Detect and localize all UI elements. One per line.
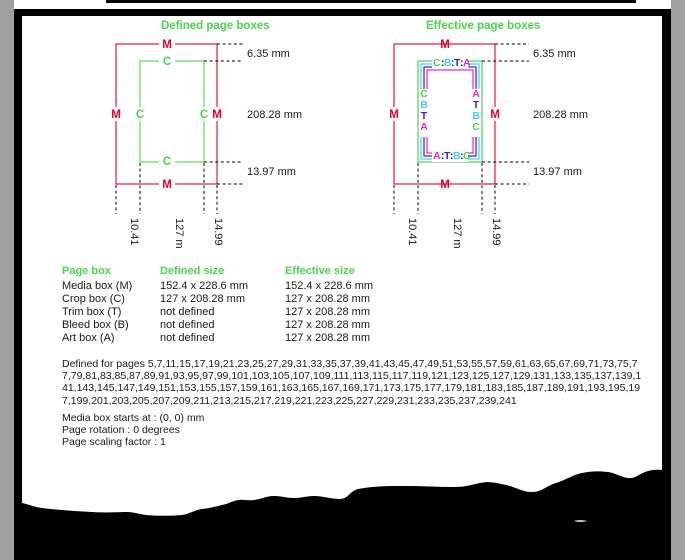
svg-text:C: C — [463, 150, 471, 162]
diagram-defined-page-boxes: M C C M M C C M 6.35 mm 208.28 mm 13.97 … — [110, 38, 302, 249]
page-scaling-line: Page scaling factor : 1 — [62, 436, 166, 449]
scanned-page-sheet: Defined page boxes M C C M M C C M 6.35 … — [14, 0, 671, 560]
dim-bottom-gap-defined: 13.97 mm — [247, 166, 296, 178]
bleed-box-rect-effective — [420, 63, 480, 160]
label-stack-right-effective: A T B C — [472, 88, 480, 133]
table-row: Crop box (C) 127 x 208.28 mm 127 x 208.28 … — [62, 293, 373, 306]
scan-speck-highlight — [574, 520, 587, 522]
dim-top-gap-defined: 6.35 mm — [247, 48, 290, 60]
crop-box-rect — [139, 60, 205, 163]
label-media-right: M — [212, 109, 222, 121]
dim-height-effective: 208.28 mm — [533, 109, 588, 121]
table-row: Bleed box (B) not defined 127 x 208.28 mm — [62, 319, 373, 332]
label-media-bottom-effective: M — [440, 179, 450, 191]
column-header-page-box: Page box — [62, 265, 111, 277]
dim-right-gap-effective: 14.99 mm — [490, 218, 502, 249]
label-media-bottom: M — [162, 179, 172, 191]
dim-left-gap-effective: 10.41 mm — [406, 218, 418, 249]
diagram-title-defined: Defined page boxes — [161, 20, 270, 32]
diagram-effective-page-boxes: M M M M C : B : T : A A : T : B : C C B … — [388, 39, 588, 249]
label-media-left-effective: M — [389, 109, 399, 121]
svg-text:A: A — [463, 57, 471, 69]
dim-left-gap-defined: 10.41 mm — [128, 218, 140, 249]
dim-width-effective: 127 mm — [451, 218, 463, 249]
page-box-size-table: Page box Defined size Effective size Med… — [62, 265, 373, 345]
table-cell: 152.4 x 228.6 mm — [285, 280, 374, 292]
dim-bottom-gap-effective: 13.97 mm — [533, 166, 582, 178]
table-cell: not defined — [160, 332, 215, 344]
label-inner-top-effective: C : B : T : A — [433, 57, 471, 69]
label-media-top: M — [162, 39, 172, 51]
table-cell: 127 x 208.28 mm — [160, 293, 245, 305]
label-media-right-effective: M — [490, 109, 500, 121]
table-row: Media box (M) 152.4 x 228.6 mm 152.4 x 228… — [62, 280, 373, 293]
label-media-top-effective: M — [440, 39, 450, 51]
report-content: Defined page boxes M C C M M C C M 6.35 … — [14, 0, 671, 470]
diagram-title-effective: Effective page boxes — [426, 20, 541, 32]
page-rotation-line: Page rotation : 0 degrees — [62, 424, 180, 437]
svg-text:A: A — [433, 150, 441, 162]
scan-speck-round — [570, 518, 591, 535]
dim-height-defined: 208.28 mm — [247, 109, 302, 121]
table-cell: not defined — [160, 306, 215, 318]
table-cell: Bleed box (B) — [62, 319, 129, 331]
table-cell: Art box (A) — [62, 332, 115, 344]
table-header-row: Page box Defined size Effective size — [62, 265, 373, 280]
scan-torn-bottom-edge — [14, 455, 671, 560]
table-cell: not defined — [160, 319, 215, 331]
table-row: Trim box (T) not defined 127 x 208.28 mm — [62, 306, 373, 319]
dim-top-gap-effective: 6.35 mm — [533, 48, 576, 60]
label-inner-bottom-effective: A : T : B : C — [433, 150, 471, 162]
label-crop-left: C — [136, 109, 144, 121]
table-cell: 127 x 208.28 mm — [285, 319, 370, 331]
table-cell: Crop box (C) — [62, 293, 125, 305]
table-cell: Trim box (T) — [62, 306, 122, 318]
defined-for-pages-label: Defined for pages — [62, 358, 148, 370]
label-crop-right: C — [200, 109, 208, 121]
column-header-defined-size: Defined size — [160, 265, 225, 277]
table-cell: 127 x 208.28 mm — [285, 306, 370, 318]
label-crop-bottom: C — [163, 156, 171, 168]
table-cell: 127 x 208.28 mm — [285, 332, 370, 344]
svg-text:C: C — [472, 121, 480, 133]
label-stack-left-effective: C B T A — [420, 88, 428, 133]
media-box-origin-line: Media box starts at : (0, 0) mm — [62, 411, 205, 424]
table-cell: Media box (M) — [62, 280, 133, 292]
art-box-rect-effective — [426, 69, 474, 154]
dim-right-gap-defined: 14.99 mm — [212, 218, 224, 249]
column-header-effective-size: Effective size — [285, 265, 355, 277]
defined-for-pages-line: Defined for pages 5,7,11,15,17,19,21,23,… — [62, 358, 642, 407]
label-crop-top: C — [163, 56, 171, 68]
dim-width-defined: 127 mm — [173, 218, 185, 249]
label-media-left: M — [111, 109, 121, 121]
svg-text:C: C — [433, 57, 441, 69]
table-cell: 127 x 208.28 mm — [285, 293, 370, 305]
svg-text:A: A — [420, 121, 428, 133]
defined-for-pages-list: 5,7,11,15,17,19,21,23,25,27,29,31,33,35,… — [62, 358, 642, 407]
table-row: Art box (A) not defined 127 x 208.28 mm — [62, 332, 373, 345]
notes-block: Defined for pages 5,7,11,15,17,19,21,23,… — [62, 358, 642, 448]
trim-box-rect-effective — [423, 66, 477, 157]
table-cell: 152.4 x 228.6 mm — [160, 280, 249, 292]
